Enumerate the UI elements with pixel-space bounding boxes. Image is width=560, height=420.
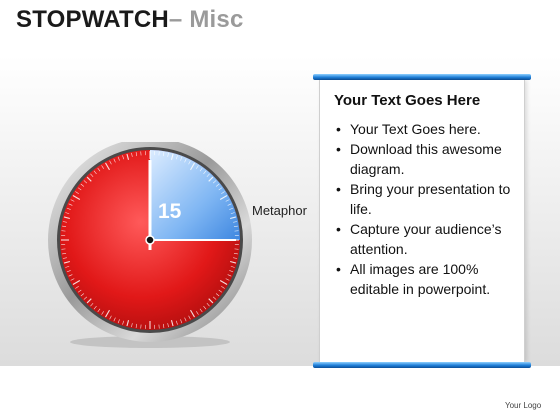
panel-heading: Your Text Goes Here [334, 92, 481, 109]
panel-bullet-list: Your Text Goes here. Download this aweso… [334, 119, 514, 299]
text-panel: Your Text Goes Here Your Text Goes here.… [313, 74, 531, 370]
panel-bottom-bar [313, 362, 531, 368]
title-sub: – Misc [168, 6, 244, 33]
title-main: STOPWATCH [16, 6, 169, 33]
bullet-item: All images are 100% editable in powerpoi… [334, 259, 514, 299]
stopwatch-seconds-label: 15 [158, 200, 182, 223]
bullet-item: Your Text Goes here. [334, 119, 514, 139]
stopwatch-dial: 15 [48, 142, 252, 348]
stopwatch-elapsed-wedge [150, 150, 240, 240]
footer-logo: Your Logo [505, 401, 542, 410]
page-title: STOPWATCH– Misc [16, 6, 244, 34]
bullet-item: Bring your presentation to life. [334, 179, 514, 219]
metaphor-label: Metaphor [252, 203, 307, 218]
bullet-item: Capture your audience’s attention. [334, 219, 514, 259]
stopwatch: 15 [46, 142, 254, 350]
stopwatch-hub [145, 235, 155, 245]
bullet-item: Download this awesome diagram. [334, 139, 514, 179]
panel-card: Your Text Goes Here Your Text Goes here.… [319, 80, 525, 362]
